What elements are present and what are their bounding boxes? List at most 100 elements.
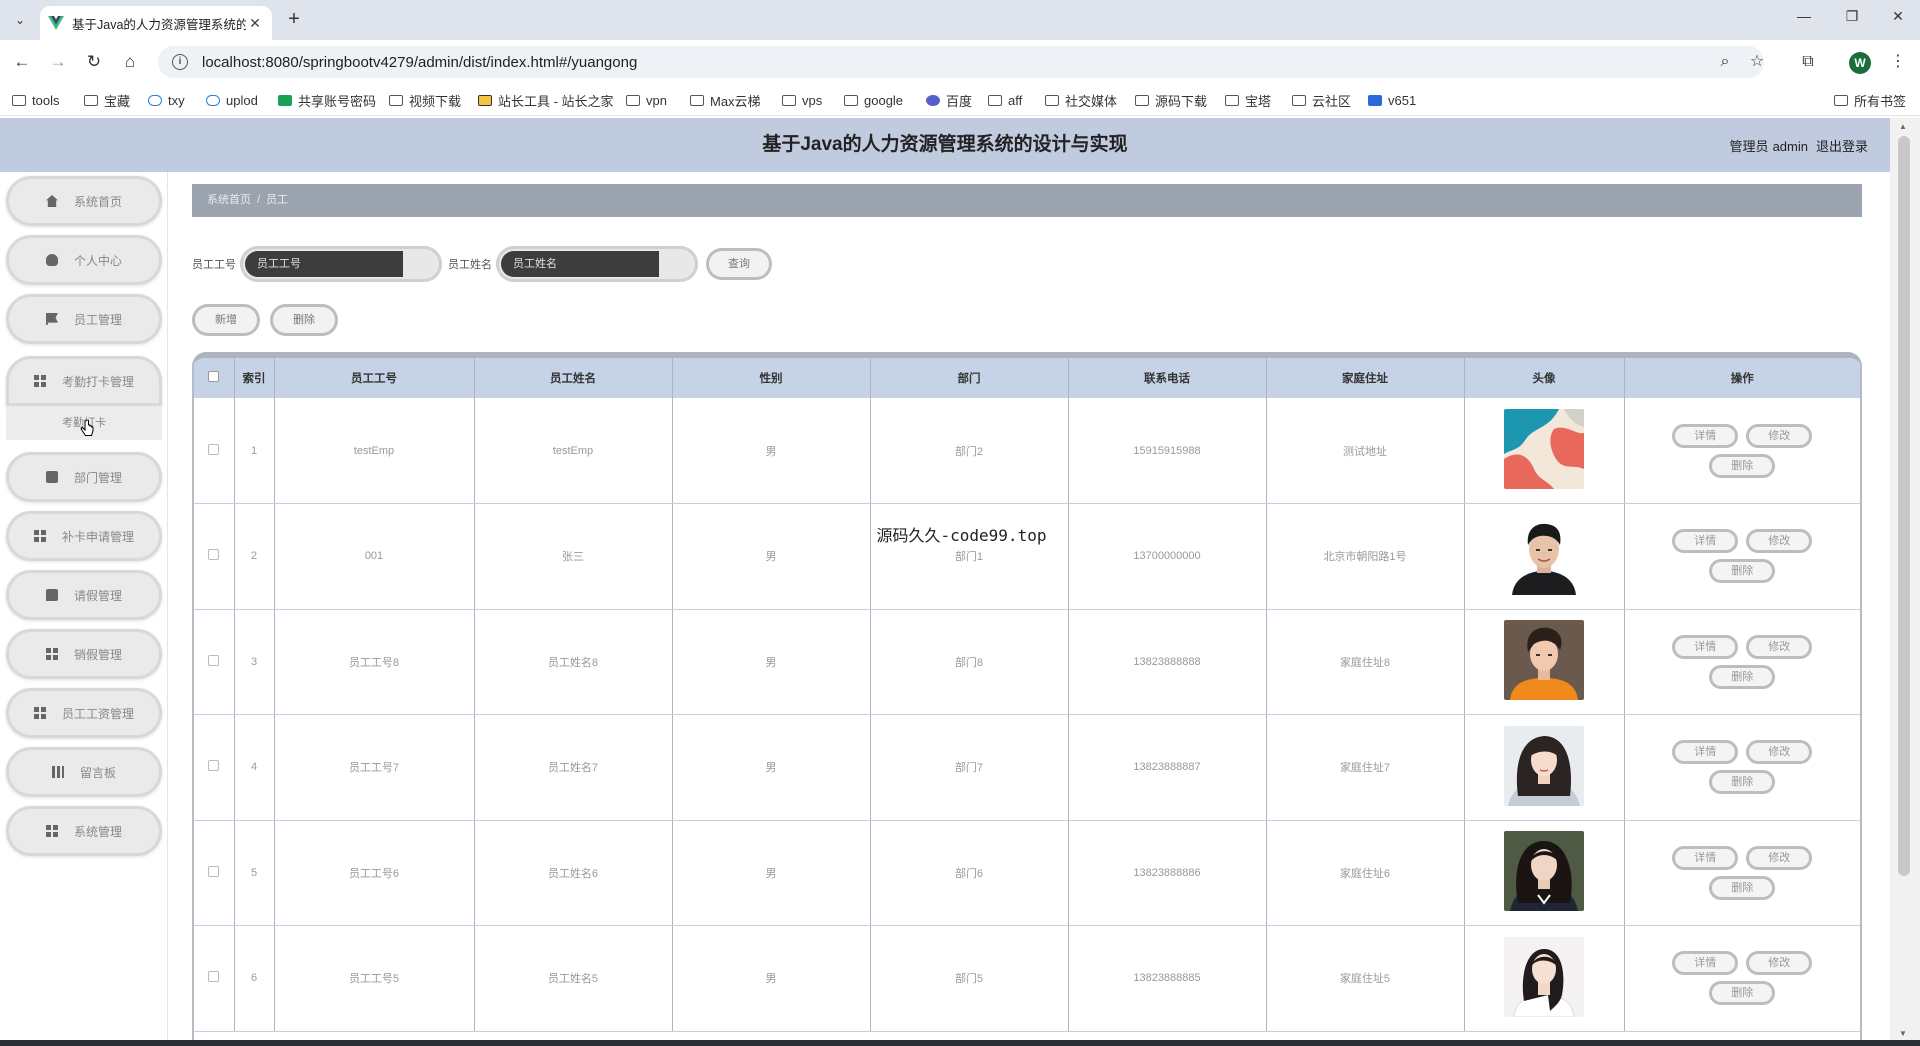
delete-button[interactable]: 删除 [1709,453,1776,478]
delete-button[interactable]: 删除 [1709,770,1776,795]
sheet-icon [278,94,292,106]
back-icon[interactable]: ← [10,50,34,74]
avatar[interactable] [1504,831,1584,912]
sidebar-item-leave[interactable]: 请假管理 [6,570,162,620]
bookmark-google[interactable]: google [844,90,903,110]
detail-button[interactable]: 详情 [1672,529,1739,554]
bookmark-v651[interactable]: v651 [1368,90,1416,110]
scroll-up-icon[interactable]: ▲ [1899,122,1907,131]
delete-button[interactable]: 删除 [1709,664,1776,689]
breadcrumb-home[interactable]: 系统首页 [207,194,251,206]
tab-search-icon[interactable]: ⌄ [8,8,32,32]
edit-button[interactable]: 修改 [1746,740,1813,765]
sidebar-item-employees[interactable]: 员工管理 [6,294,162,344]
delete-button[interactable]: 删除 [1709,981,1776,1006]
add-button[interactable]: 新增 [192,304,260,336]
bookmark-baidu[interactable]: 百度 [926,90,972,110]
row-checkbox[interactable] [208,760,220,772]
site-info-icon[interactable]: i [172,54,188,70]
detail-button[interactable]: 详情 [1672,423,1739,448]
index-cell: 3 [234,609,275,715]
row-checkbox[interactable] [208,549,220,561]
sidebar-item-makeup-requests[interactable]: 补卡申请管理 [6,511,162,561]
emp-name-label: 员工姓名 [448,259,492,271]
bookmark-social[interactable]: 社交媒体 [1045,90,1117,110]
batch-delete-button[interactable]: 删除 [270,304,338,336]
bookmark-star-icon[interactable]: ☆ [1745,50,1769,74]
emp-no-input[interactable] [245,251,403,277]
avatar-cell [1464,398,1625,504]
bookmark-txy[interactable]: txy [148,90,185,110]
select-all-checkbox[interactable] [208,371,220,382]
sidebar-item-message-board[interactable]: 留言板 [6,747,162,797]
operations-cell: 详情 修改 删除 [1624,609,1860,715]
sidebar-item-profile[interactable]: 个人中心 [6,235,162,285]
profile-avatar[interactable]: W [1849,52,1871,74]
avatar[interactable] [1504,409,1584,489]
avatar[interactable] [1504,620,1584,701]
bookmark-source-download[interactable]: 源码下载 [1135,90,1207,110]
bookmark-baozang[interactable]: 宝藏 [84,90,130,110]
avatar[interactable] [1504,514,1584,595]
scrollbar-thumb[interactable] [1898,136,1910,876]
bookmark-tools[interactable]: tools [12,90,59,110]
extensions-icon[interactable]: ⧉ [1796,50,1820,74]
new-tab-button[interactable]: + [282,8,306,32]
reload-icon[interactable]: ↻ [82,50,106,74]
restore-icon[interactable]: ❐ [1832,8,1872,32]
sidebar-item-leave-cancel[interactable]: 销假管理 [6,629,162,679]
detail-button[interactable]: 详情 [1672,951,1739,976]
row-checkbox[interactable] [208,971,220,983]
bookmark-chinaz[interactable]: 站长工具 - 站长之家 [478,90,614,110]
forward-icon[interactable]: → [46,50,70,74]
bookmark-aff[interactable]: aff [988,90,1022,110]
edit-button[interactable]: 修改 [1746,423,1813,448]
detail-button[interactable]: 详情 [1672,845,1739,870]
tab-close-icon[interactable]: ✕ [246,15,264,32]
browser-tab[interactable]: 基于Java的人力资源管理系统的 ✕ [40,6,272,40]
address-bar[interactable]: i localhost:8080/springbootv4279/admin/d… [158,46,1764,78]
delete-button[interactable]: 删除 [1709,559,1776,584]
detail-button[interactable]: 详情 [1672,634,1739,659]
sidebar-item-departments[interactable]: 部门管理 [6,452,162,502]
phone-cell: 13823888886 [1068,820,1267,926]
window-close-icon[interactable]: ✕ [1878,8,1918,32]
sidebar-item-home[interactable]: 系统首页 [6,176,162,226]
home-icon[interactable]: ⌂ [118,50,142,74]
sidebar-item-salary[interactable]: 员工工资管理 [6,688,162,738]
edit-button[interactable]: 修改 [1746,845,1813,870]
bookmark-baota[interactable]: 宝塔 [1225,90,1271,110]
edit-button[interactable]: 修改 [1746,951,1813,976]
select-all-cell [194,358,235,398]
all-bookmarks[interactable]: 所有书签 [1834,90,1906,110]
page-scrollbar[interactable]: ▲ ▼ [1890,118,1920,1040]
query-button[interactable]: 查询 [706,248,772,280]
detail-button[interactable]: 详情 [1672,740,1739,765]
avatar[interactable] [1504,936,1584,1017]
bookmark-cloud-community[interactable]: 云社区 [1292,90,1351,110]
bookmark-vpn[interactable]: vpn [626,90,667,110]
row-checkbox[interactable] [208,654,220,666]
emp-name-input[interactable] [501,251,659,277]
bookmark-video-download[interactable]: 视频下载 [389,90,461,110]
sidebar-item-attendance[interactable]: 考勤打卡管理 [6,356,162,406]
bookmark-shared-accounts[interactable]: 共享账号密码 [278,90,376,110]
bookmark-vps[interactable]: vps [782,90,822,110]
bookmark-uplod[interactable]: uplod [206,90,258,110]
edit-button[interactable]: 修改 [1746,529,1813,554]
zoom-icon[interactable]: ⌕ [1713,50,1737,74]
index-cell: 6 [234,925,275,1032]
logout-link[interactable]: 退出登录 [1816,139,1868,154]
bookmark-max[interactable]: Max云梯 [690,90,761,110]
row-checkbox[interactable] [208,443,220,455]
row-checkbox[interactable] [208,865,220,877]
more-menu-icon[interactable]: ⋮ [1886,50,1910,74]
scroll-down-icon[interactable]: ▼ [1899,1029,1907,1038]
table-row: 6 员工工号5 员工姓名5 男 部门5 13823888885 家庭住址5 详情… [194,925,1860,1032]
sidebar-item-system[interactable]: 系统管理 [6,806,162,856]
minimize-icon[interactable]: — [1784,8,1824,32]
edit-button[interactable]: 修改 [1746,634,1813,659]
delete-button[interactable]: 删除 [1709,875,1776,900]
address-cell: 家庭住址5 [1266,925,1465,1032]
avatar[interactable] [1504,725,1584,806]
